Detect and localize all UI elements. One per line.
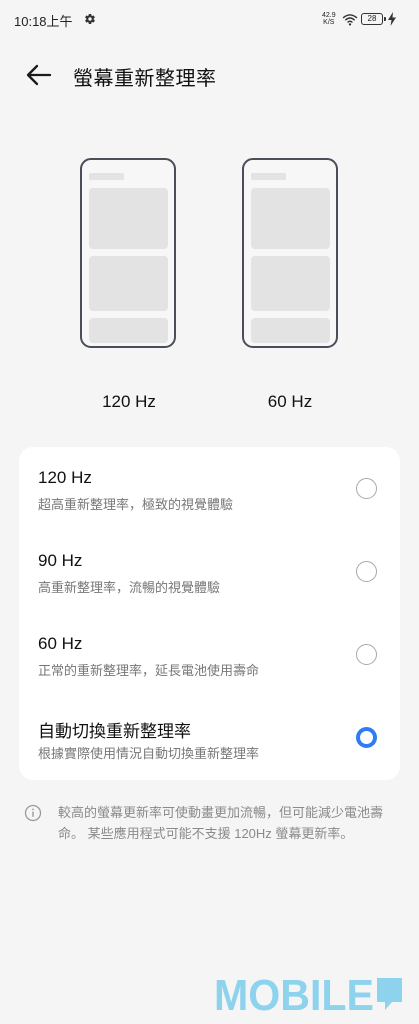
network-speed-unit: K/S bbox=[323, 19, 335, 26]
back-arrow-icon[interactable] bbox=[24, 60, 54, 90]
option-subtitle: 正常的重新整理率，延長電池使用壽命 bbox=[38, 663, 260, 678]
preview-label-120hz: 120 Hz bbox=[102, 392, 156, 411]
preview-placeholder-block bbox=[251, 318, 330, 343]
info-icon bbox=[24, 804, 42, 822]
network-speed-value: 42.9 bbox=[322, 12, 336, 19]
status-bar: 10:18上午 42.9 K/S 28 bbox=[0, 0, 419, 40]
option-auto-switch[interactable]: 自動切換重新整理率 根據實際使用情況自動切換重新整理率 bbox=[19, 696, 400, 776]
radio-button-60hz[interactable] bbox=[356, 644, 377, 665]
battery-indicator: 28 bbox=[361, 13, 386, 25]
option-subtitle: 高重新整理率，流暢的視覺體驗 bbox=[38, 580, 221, 595]
status-time: 10:18上午 bbox=[14, 14, 73, 29]
refresh-rate-options-card: 120 Hz 超高重新整理率，極致的視覺體驗 90 Hz 高重新整理率，流暢的視… bbox=[19, 447, 400, 780]
option-90hz[interactable]: 90 Hz 高重新整理率，流暢的視覺體驗 bbox=[19, 530, 400, 610]
preview-placeholder-bar bbox=[89, 173, 124, 180]
preview-placeholder-block bbox=[89, 188, 168, 249]
radio-button-120hz[interactable] bbox=[356, 478, 377, 499]
option-60hz[interactable]: 60 Hz 正常的重新整理率，延長電池使用壽命 bbox=[19, 613, 400, 693]
phone-preview-60hz bbox=[242, 158, 338, 348]
phone-preview-120hz bbox=[80, 158, 176, 348]
option-title: 120 Hz bbox=[38, 468, 92, 487]
preview-placeholder-block bbox=[251, 188, 330, 249]
option-subtitle: 超高重新整理率，極致的視覺體驗 bbox=[38, 497, 234, 512]
svg-text:MOBILE: MOBILE bbox=[214, 971, 374, 1018]
option-subtitle: 根據實際使用情況自動切換重新整理率 bbox=[38, 746, 260, 761]
option-title: 90 Hz bbox=[38, 551, 83, 570]
preview-placeholder-bar bbox=[251, 173, 286, 180]
network-speed: 42.9 K/S bbox=[322, 12, 336, 26]
preview-placeholder-block bbox=[89, 256, 168, 311]
mobile-watermark-logo: MOBILE bbox=[214, 971, 402, 1018]
preview-placeholder-block bbox=[251, 256, 330, 311]
radio-button-auto-switch[interactable] bbox=[356, 727, 377, 748]
gear-icon bbox=[85, 14, 95, 25]
page-title: 螢幕重新整理率 bbox=[73, 68, 217, 90]
wifi-icon bbox=[342, 14, 358, 26]
info-note: 較高的螢幕更新率可使動畫更加流暢，但可能減少電池壽命。 某些應用程式可能不支援 … bbox=[58, 805, 384, 841]
option-120hz[interactable]: 120 Hz 超高重新整理率，極致的視覺體驗 bbox=[19, 447, 400, 527]
option-title: 60 Hz bbox=[38, 634, 83, 653]
preview-placeholder-block bbox=[89, 318, 168, 343]
charging-bolt-icon bbox=[388, 12, 396, 26]
preview-label-60hz: 60 Hz bbox=[267, 392, 313, 411]
refresh-rate-settings-screen: 10:18上午 42.9 K/S 28 螢幕重新整理率 120 Hz 60 Hz… bbox=[0, 0, 419, 1024]
option-title: 自動切換重新整理率 bbox=[38, 722, 191, 741]
radio-button-90hz[interactable] bbox=[356, 561, 377, 582]
